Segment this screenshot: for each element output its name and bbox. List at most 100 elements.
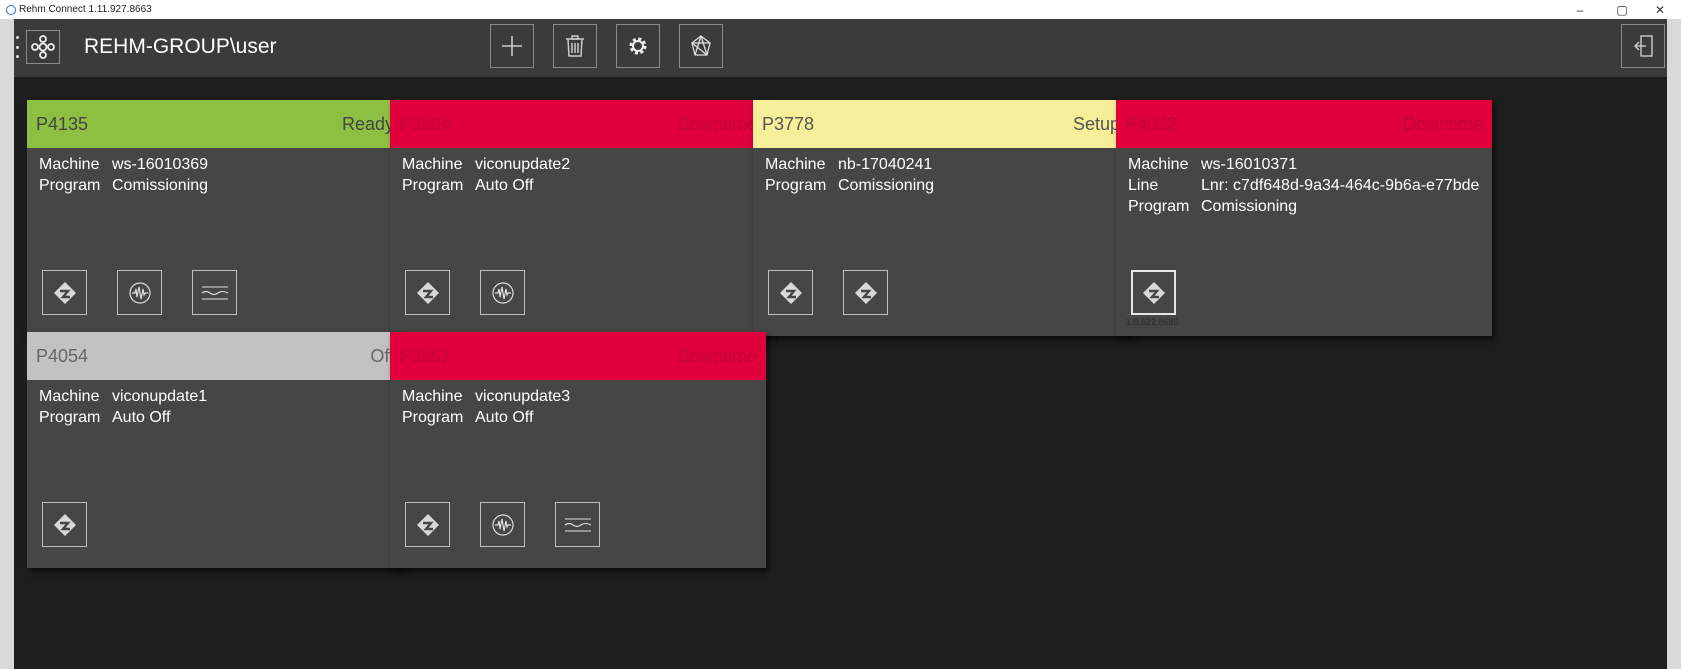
card-status: Downtime <box>676 345 757 366</box>
detail-label: Program <box>39 177 101 194</box>
card-details: Machine viconupdate3 Program Auto Off <box>390 380 766 434</box>
detail-row: Machine viconupdate3 <box>402 386 754 407</box>
card-actions <box>1131 270 1176 315</box>
machine-view-button[interactable] <box>843 270 888 315</box>
waveform-icon <box>128 281 151 304</box>
machine-grid: P4135 Ready Machine ws-16010369 Program Co… <box>14 77 1667 669</box>
close-button[interactable]: ✕ <box>1643 0 1677 19</box>
network-icon <box>691 35 711 56</box>
card-status: Setup <box>1072 113 1120 134</box>
detail-label: Machine <box>402 156 463 173</box>
card-details: Machine nb-17040241 Program Comissioning <box>753 148 1129 202</box>
machine-view-button[interactable] <box>1131 270 1176 315</box>
card-actions <box>768 270 888 315</box>
version-tooltip: 1.8.522.8685 <box>1126 317 1179 327</box>
detail-label: Machine <box>765 156 826 173</box>
card-details: Machine viconupdate2 Program Auto Off <box>390 148 766 202</box>
rehm-logo-icon <box>854 281 877 304</box>
rehm-logo-icon <box>416 513 439 536</box>
card-id: P3778 <box>762 113 815 134</box>
profile-button[interactable] <box>192 270 237 315</box>
window-frame-right <box>1667 19 1681 669</box>
machine-card[interactable]: P4054 Off Machine viconupdate1 Program Aut… <box>27 332 403 568</box>
waveform-button[interactable] <box>117 270 162 315</box>
detail-value: viconupdate2 <box>475 156 571 173</box>
delete-button[interactable] <box>553 24 597 68</box>
detail-row: Machine ws-16010371 <box>1128 154 1480 175</box>
machine-card[interactable]: P4022 Downtime Machine ws-16010371 Line Ln… <box>1116 100 1492 336</box>
gear-icon <box>629 37 647 55</box>
card-details: Machine viconupdate1 Program Auto Off <box>27 380 403 434</box>
card-status: Ready <box>341 113 394 134</box>
detail-label: Program <box>402 177 464 194</box>
detail-value: Comissioning <box>112 177 209 194</box>
card-details: Machine ws-16010369 Program Comissioning <box>27 148 403 202</box>
waveform-button[interactable] <box>480 270 525 315</box>
detail-value: ws-16010371 <box>1201 156 1298 173</box>
machine-view-button[interactable] <box>405 502 450 547</box>
app-logo-button[interactable] <box>26 30 60 64</box>
card-header: P3778 Setup <box>753 100 1129 148</box>
detail-label: Program <box>39 409 101 426</box>
machine-card[interactable]: P3778 Setup Machine nb-17040241 Program Co… <box>753 100 1129 336</box>
card-header: P4054 Off <box>27 332 403 380</box>
plus-icon <box>502 36 522 56</box>
machine-view-button[interactable] <box>42 502 87 547</box>
settings-button[interactable] <box>616 24 660 68</box>
window-titlebar: Rehm Connect 1.11.927.8663 – ▢ ✕ <box>0 0 1681 19</box>
detail-row: Program Auto Off <box>39 407 391 428</box>
detail-row: Machine ws-16010369 <box>39 154 391 175</box>
minimize-button[interactable]: – <box>1563 0 1597 19</box>
logout-button[interactable] <box>1621 24 1665 68</box>
detail-label: Line <box>1128 177 1159 194</box>
user-name: REHM-GROUP\user <box>84 35 277 58</box>
trash-icon <box>566 35 584 57</box>
detail-label: Machine <box>402 388 463 405</box>
app-logo-icon <box>31 35 55 59</box>
detail-value: ws-16010369 <box>112 156 209 173</box>
detail-row: Line Lnr: c7df648d-9a34-464c-9b6a-e77bde4 <box>1128 175 1480 196</box>
profile-button[interactable] <box>555 502 600 547</box>
machine-view-button[interactable] <box>768 270 813 315</box>
detail-value: Lnr: c7df648d-9a34-464c-9b6a-e77bde4 <box>1201 177 1480 194</box>
add-button[interactable] <box>490 24 534 68</box>
detail-row: Program Comissioning <box>39 175 391 196</box>
machine-card[interactable]: P3657 Downtime Machine viconupdate3 Progr… <box>390 332 766 568</box>
card-id: P4022 <box>1125 113 1178 134</box>
network-button[interactable] <box>679 24 723 68</box>
detail-value: viconupdate1 <box>112 388 208 405</box>
detail-label: Machine <box>39 156 100 173</box>
menu-dots-icon[interactable] <box>14 36 20 58</box>
rehm-logo-icon <box>416 281 439 304</box>
detail-label: Machine <box>1128 156 1189 173</box>
maximize-button[interactable]: ▢ <box>1605 0 1639 19</box>
detail-value: Auto Off <box>475 409 534 426</box>
window-frame-left <box>0 19 14 669</box>
detail-value: Comissioning <box>838 177 935 194</box>
card-header: P4022 Downtime <box>1116 100 1492 148</box>
card-header: P3684 Downtime <box>390 100 766 148</box>
app-icon <box>6 4 16 15</box>
machine-view-button[interactable] <box>405 270 450 315</box>
profile-icon <box>564 517 591 532</box>
detail-value: viconupdate3 <box>475 388 571 405</box>
logout-icon <box>1634 35 1653 57</box>
detail-label: Machine <box>39 388 100 405</box>
detail-row: Machine viconupdate2 <box>402 154 754 175</box>
rehm-logo-icon <box>53 281 76 304</box>
card-id: P4135 <box>36 113 89 134</box>
machine-view-button[interactable] <box>42 270 87 315</box>
waveform-icon <box>491 281 514 304</box>
window-title: Rehm Connect 1.11.927.8663 <box>19 4 152 15</box>
card-id: P3684 <box>399 113 452 134</box>
card-id: P3657 <box>399 345 452 366</box>
card-details: Machine ws-16010371 Line Lnr: c7df648d-9a3… <box>1116 148 1492 223</box>
machine-card[interactable]: P3684 Downtime Machine viconupdate2 Progr… <box>390 100 766 336</box>
waveform-button[interactable] <box>480 502 525 547</box>
detail-value: Comissioning <box>1201 198 1298 215</box>
detail-value: Auto Off <box>475 177 534 194</box>
rehm-logo-icon <box>779 281 802 304</box>
card-status: Downtime <box>1402 113 1483 134</box>
card-actions <box>405 270 525 315</box>
machine-card[interactable]: P4135 Ready Machine ws-16010369 Program Co… <box>27 100 403 336</box>
